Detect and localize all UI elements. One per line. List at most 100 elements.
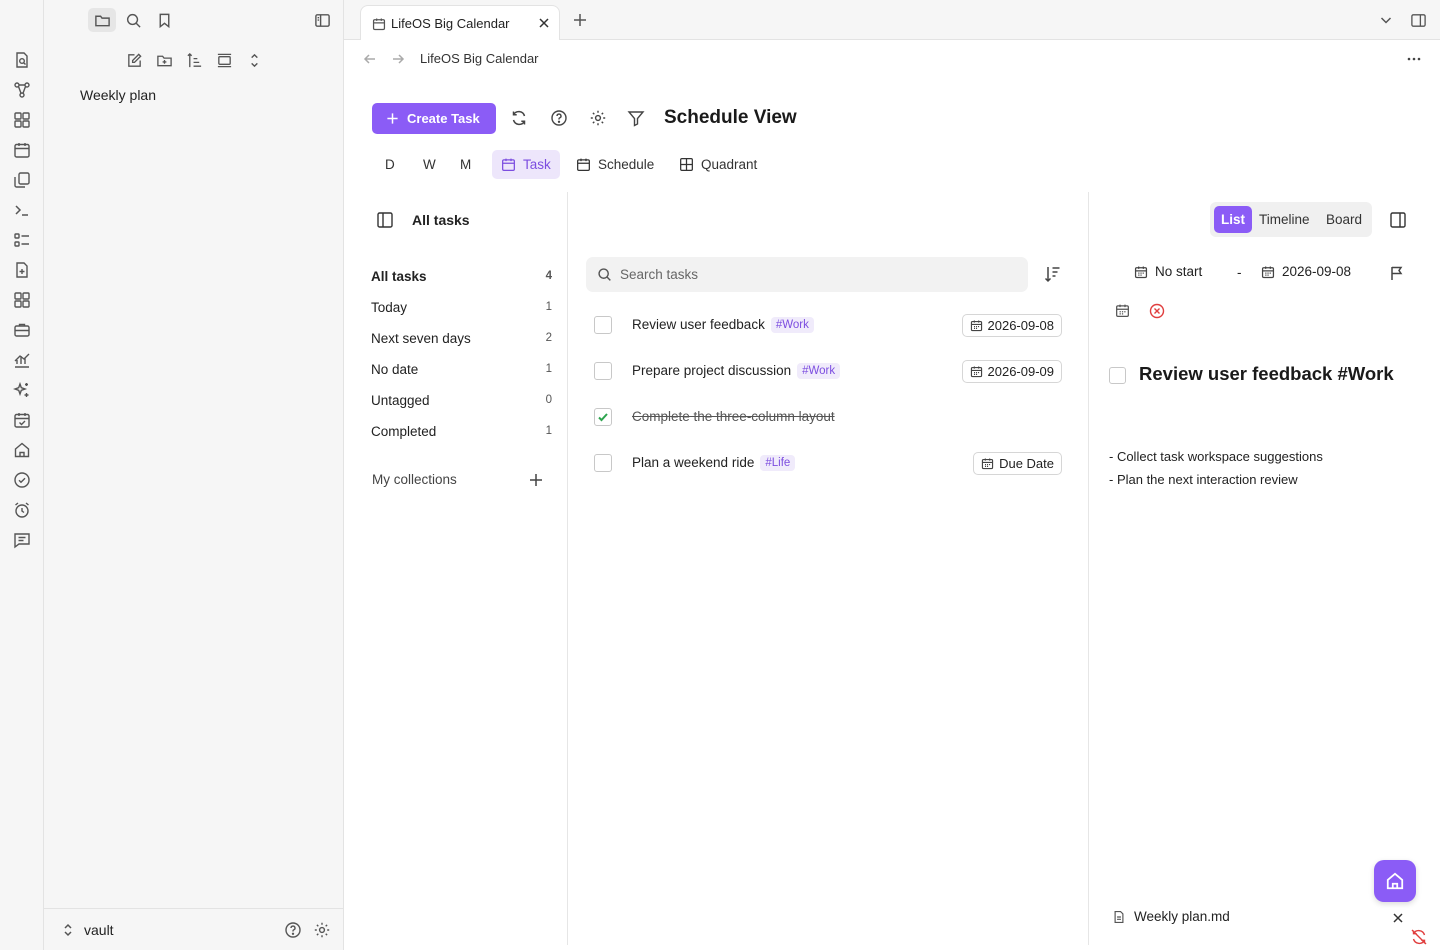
breadcrumb[interactable]: LifeOS Big Calendar	[420, 51, 539, 66]
help-icon[interactable]	[550, 109, 568, 127]
tab-quadrant[interactable]: Quadrant	[670, 150, 766, 179]
task-row[interactable]: Review user feedback #Work 2026-09-08	[586, 310, 1066, 340]
search-box	[586, 257, 1028, 292]
flag-icon[interactable]	[1389, 265, 1405, 281]
home-button[interactable]	[1374, 860, 1416, 902]
view-option-list[interactable]: List	[1214, 206, 1253, 233]
panel-toggle-icon[interactable]	[376, 211, 394, 229]
task-title-wrap[interactable]: Plan a weekend ride #Life	[632, 455, 796, 471]
list-item-today[interactable]: Today 1	[371, 297, 552, 317]
alarm-icon[interactable]	[13, 501, 31, 519]
vault-name[interactable]: vault	[84, 922, 114, 938]
bookmark-icon[interactable]	[150, 8, 178, 32]
note-line[interactable]: - Plan the next interaction review	[1109, 472, 1298, 487]
back-arrow-icon[interactable]	[362, 51, 378, 67]
linked-file[interactable]: Weekly plan.md	[1112, 909, 1230, 924]
tab-week[interactable]: W	[414, 150, 445, 179]
settings-gear-icon[interactable]	[313, 921, 331, 939]
task-title-wrap[interactable]: Review user feedback #Work	[632, 317, 814, 333]
view-option-board[interactable]: Board	[1319, 206, 1369, 233]
task-title-wrap[interactable]: Prepare project discussion #Work	[632, 363, 841, 379]
home-icon[interactable]	[13, 441, 31, 459]
add-collection-icon[interactable]	[528, 472, 544, 488]
new-tab-icon[interactable]	[572, 12, 588, 28]
new-folder-icon[interactable]	[154, 50, 174, 70]
calendar-icon[interactable]	[13, 141, 31, 159]
close-icon[interactable]	[1391, 911, 1405, 925]
briefcase-icon[interactable]	[13, 321, 31, 339]
calendar-check-icon[interactable]	[13, 411, 31, 429]
refresh-icon[interactable]	[510, 109, 528, 127]
due-date-chip[interactable]: 2026-09-08	[961, 314, 1062, 337]
filter-icon[interactable]	[627, 109, 645, 127]
vault-switch-icon[interactable]	[59, 921, 77, 939]
tab-task[interactable]: Task	[492, 150, 560, 179]
task-checkbox[interactable]	[594, 454, 612, 472]
folder-icon[interactable]	[88, 8, 116, 32]
sync-error-icon[interactable]	[1410, 928, 1428, 946]
start-date-field[interactable]: No start	[1134, 264, 1202, 279]
detail-task-title[interactable]: Review user feedback #Work	[1139, 363, 1394, 385]
layout-icon[interactable]	[13, 291, 31, 309]
expand-collapse-icon[interactable]	[244, 50, 264, 70]
search-icon[interactable]	[119, 8, 147, 32]
more-options-icon[interactable]	[1406, 51, 1422, 67]
close-tab-icon[interactable]	[537, 16, 551, 30]
forward-arrow-icon[interactable]	[390, 51, 406, 67]
task-tag[interactable]: #Work	[797, 363, 841, 379]
terminal-icon[interactable]	[13, 201, 31, 219]
help-icon[interactable]	[284, 921, 302, 939]
tab-lifeos-big-calendar[interactable]: LifeOS Big Calendar	[360, 5, 560, 40]
file-search-icon[interactable]	[13, 51, 31, 69]
create-task-button[interactable]: Create Task	[372, 103, 496, 134]
message-icon[interactable]	[13, 531, 31, 549]
chevron-down-icon[interactable]	[1378, 12, 1394, 28]
check-circle-icon[interactable]	[13, 471, 31, 489]
task-checkbox[interactable]	[594, 316, 612, 334]
list-item-completed[interactable]: Completed 1	[371, 421, 552, 441]
task-row[interactable]: Complete the three-column layout	[586, 402, 1066, 432]
column-divider[interactable]	[567, 192, 568, 945]
list-item-no-date[interactable]: No date 1	[371, 359, 552, 379]
settings-gear-icon[interactable]	[589, 109, 607, 127]
list-label: All tasks	[371, 268, 427, 284]
task-title-wrap[interactable]: Complete the three-column layout	[632, 409, 835, 424]
sort-icon[interactable]	[184, 50, 204, 70]
list-item-all-tasks[interactable]: All tasks 4	[371, 266, 552, 286]
panel-toggle-icon[interactable]	[1389, 211, 1407, 229]
task-tag[interactable]: #Life	[760, 455, 796, 471]
graph-icon[interactable]	[13, 81, 31, 99]
tab-day[interactable]: D	[376, 150, 404, 179]
copy-icon[interactable]	[13, 171, 31, 189]
task-row[interactable]: Plan a weekend ride #Life Due Date	[586, 448, 1066, 478]
calendar-icon[interactable]	[1115, 303, 1130, 318]
task-checkbox-checked[interactable]	[594, 408, 612, 426]
task-row[interactable]: Prepare project discussion #Work 2026-09-…	[586, 356, 1066, 386]
task-tag[interactable]: #Work	[770, 317, 814, 333]
file-plus-icon[interactable]	[13, 261, 31, 279]
column-divider[interactable]	[1088, 192, 1089, 945]
grid-icon[interactable]	[13, 111, 31, 129]
sidebar-toggle-icon[interactable]	[308, 8, 336, 32]
auto-reveal-icon[interactable]	[214, 50, 234, 70]
sort-icon[interactable]	[1043, 265, 1061, 283]
list-icon[interactable]	[13, 231, 31, 249]
search-tasks-input[interactable]	[620, 257, 1010, 292]
tab-schedule[interactable]: Schedule	[567, 150, 663, 179]
detail-task-checkbox[interactable]	[1109, 367, 1126, 384]
right-sidebar-toggle-icon[interactable]	[1410, 12, 1426, 28]
due-date-chip[interactable]: Due Date	[973, 452, 1062, 475]
list-item-untagged[interactable]: Untagged 0	[371, 390, 552, 410]
new-note-icon[interactable]	[124, 50, 144, 70]
clear-date-icon[interactable]	[1149, 303, 1165, 319]
note-line[interactable]: - Collect task workspace suggestions	[1109, 449, 1323, 464]
file-item-weekly-plan[interactable]: Weekly plan	[80, 87, 156, 103]
list-item-next-seven-days[interactable]: Next seven days 2	[371, 328, 552, 348]
end-date-field[interactable]: 2026-09-08	[1261, 264, 1351, 279]
sparkle-icon[interactable]	[13, 381, 31, 399]
chart-icon[interactable]	[13, 351, 31, 369]
view-option-timeline[interactable]: Timeline	[1252, 206, 1317, 233]
due-date-chip[interactable]: 2026-09-09	[961, 360, 1062, 383]
tab-month[interactable]: M	[451, 150, 480, 179]
task-checkbox[interactable]	[594, 362, 612, 380]
